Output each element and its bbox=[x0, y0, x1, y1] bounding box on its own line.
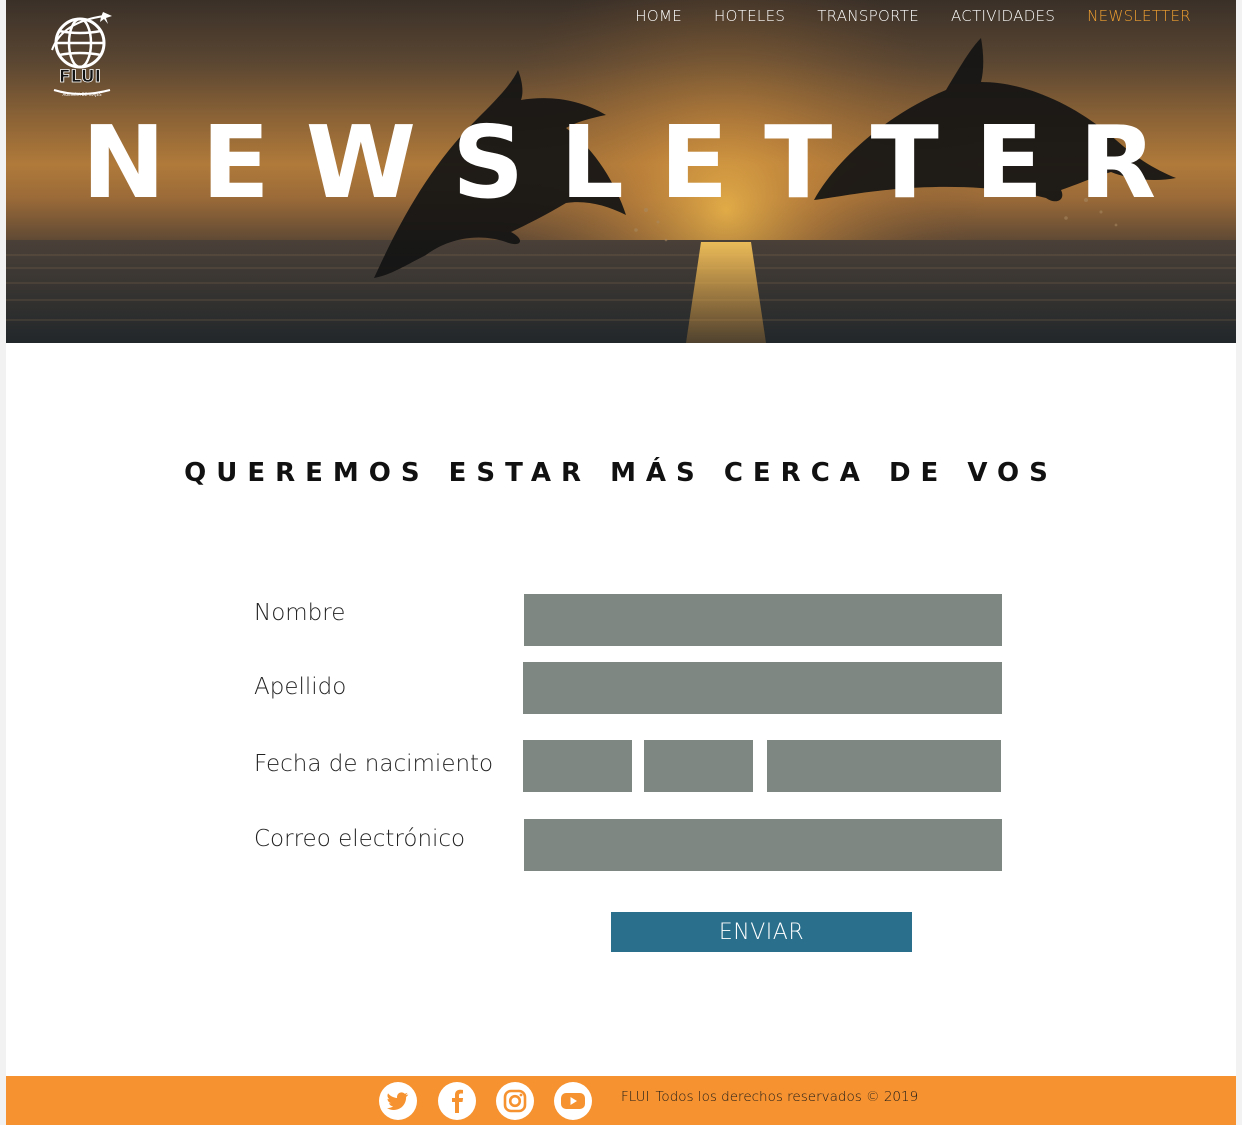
twitter-link[interactable] bbox=[379, 1082, 417, 1120]
section-heading: QUEREMOS ESTAR MÁS CERCA DE VOS bbox=[184, 458, 1058, 488]
footer: FLUI Todos los derechos reservados © 2019 bbox=[6, 1076, 1236, 1125]
instagram-link[interactable] bbox=[496, 1082, 534, 1120]
apellido-input[interactable] bbox=[523, 662, 1002, 714]
twitter-icon bbox=[387, 1092, 409, 1110]
hero-title: NEWSLETTER bbox=[81, 104, 1193, 221]
nombre-input[interactable] bbox=[524, 594, 1002, 646]
correo-input[interactable] bbox=[524, 819, 1002, 871]
globe-icon: FLUI AGENCIA DE VIAJES bbox=[51, 12, 112, 97]
nav-item-actividades[interactable]: ACTIVIDADES bbox=[951, 6, 1055, 26]
footer-brand: FLUI bbox=[621, 1089, 650, 1105]
nombre-label: Nombre bbox=[254, 600, 346, 626]
enviar-button[interactable]: ENVIAR bbox=[611, 912, 912, 952]
nav-item-newsletter[interactable]: NEWSLETTER bbox=[1087, 6, 1191, 26]
nav-item-home[interactable]: HOME bbox=[635, 6, 682, 26]
fecha-year-input[interactable] bbox=[767, 740, 1001, 792]
copyright-text: FLUI Todos los derechos reservados © 2019 bbox=[621, 1088, 918, 1106]
brand-logo[interactable]: FLUI AGENCIA DE VIAJES bbox=[48, 10, 120, 102]
svg-text:FLUI: FLUI bbox=[59, 67, 101, 87]
facebook-link[interactable] bbox=[438, 1082, 476, 1120]
correo-label: Correo electrónico bbox=[254, 826, 466, 852]
svg-text:AGENCIA DE VIAJES: AGENCIA DE VIAJES bbox=[62, 92, 102, 97]
page: FLUI AGENCIA DE VIAJES HOME HOTELES TRAN… bbox=[6, 0, 1236, 1125]
nav-item-transporte[interactable]: TRANSPORTE bbox=[817, 6, 919, 26]
main-nav: HOME HOTELES TRANSPORTE ACTIVIDADES NEWS… bbox=[603, 6, 1191, 26]
facebook-icon bbox=[452, 1089, 464, 1113]
footer-copyright: Todos los derechos reservados © 2019 bbox=[655, 1089, 919, 1105]
youtube-link[interactable] bbox=[554, 1082, 592, 1120]
hero-banner: FLUI AGENCIA DE VIAJES HOME HOTELES TRAN… bbox=[6, 0, 1236, 343]
youtube-icon bbox=[561, 1093, 585, 1109]
fecha-month-input[interactable] bbox=[644, 740, 753, 792]
fecha-day-input[interactable] bbox=[523, 740, 632, 792]
fecha-label: Fecha de nacimiento bbox=[254, 751, 494, 777]
nav-item-hoteles[interactable]: HOTELES bbox=[714, 6, 785, 26]
apellido-label: Apellido bbox=[254, 674, 347, 700]
instagram-icon bbox=[503, 1089, 527, 1113]
